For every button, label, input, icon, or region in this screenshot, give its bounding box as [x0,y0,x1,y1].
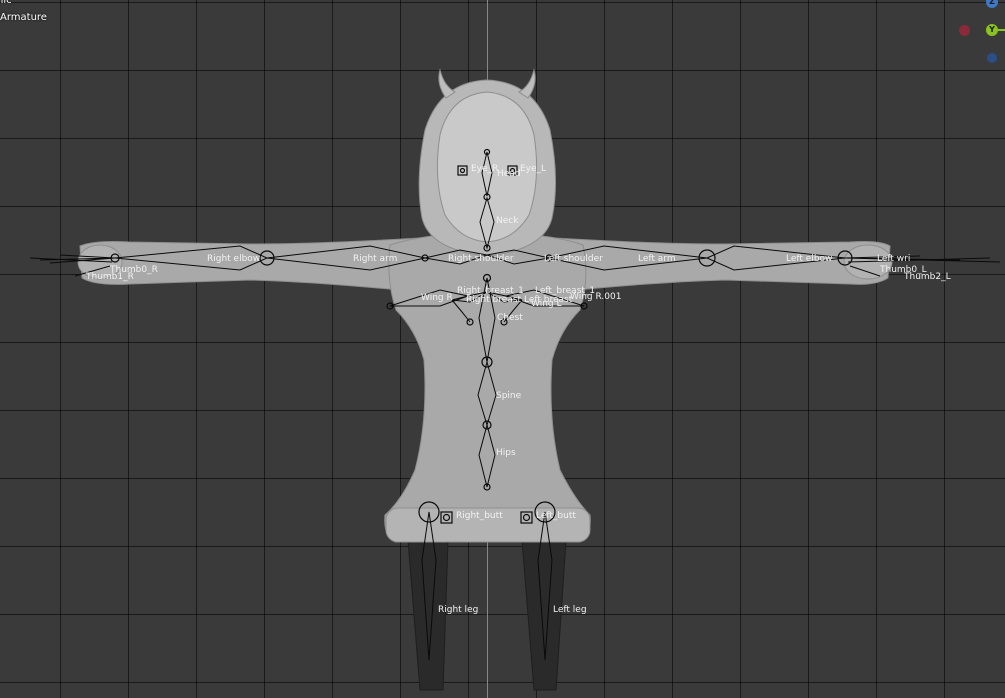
left-horn-mesh [518,68,536,99]
bone-label-chest: Chest [497,313,523,323]
y-axis-stem [998,29,1005,31]
bone-label-head: Head [497,169,521,179]
bone-label-left-butt: Left_butt [536,511,576,521]
y-axis-label: Y [989,25,995,34]
bone-label-hips: Hips [496,448,516,458]
navigation-gizmo[interactable]: Z Y [950,0,1005,70]
bone-label-left-wrist: Left wri [877,254,910,264]
character-mesh[interactable] [77,68,893,691]
bone-label-right-butt: Right_butt [456,511,503,521]
bone-label-thumb2-l: Thumb2_L [903,272,951,282]
bone-label-neck: Neck [496,216,519,226]
bone-label-wing-l: Wing L [531,299,562,309]
bone-label-left-elbow: Left elbow [786,254,832,264]
bone-label-eye-l: Eye_L [520,164,546,174]
bone-label-right-shoulder: Right shoulder [448,254,514,264]
bone-label-thumb1-r: Thumb1_R [85,272,134,282]
bone-label-spine: Spine [496,391,522,401]
bone-label-wing-r: Wing R [421,293,453,303]
neg-z-axis-icon[interactable] [987,53,997,63]
bone-label-eye-r: Eye_R [471,164,498,174]
3d-viewport[interactable]: Head Eye_R Eye_L Neck Right elbow Right … [0,0,1005,698]
z-axis-icon[interactable]: Z [986,0,998,8]
active-object-name: Armature [0,12,47,23]
y-axis-icon[interactable]: Y [986,24,998,36]
neg-x-axis-icon[interactable] [959,25,970,36]
armature-scene[interactable]: Head Eye_R Eye_L Neck Right elbow Right … [0,0,1005,698]
bone-label-right-leg: Right leg [438,605,478,615]
right-leg-mesh [407,539,449,691]
z-axis-label: Z [989,0,995,6]
bone-label-left-shoulder: Left shoulder [544,254,603,264]
bone-label-left-arm: Left arm [638,254,676,264]
right-horn-mesh [438,68,456,99]
bone-label-wing-r-001: Wing R.001 [570,292,621,302]
view-mode-label: nic [0,0,12,6]
bone-label-right-breast: Right breast [466,295,522,305]
bone-label-right-elbow: Right elbow [207,254,260,264]
bone-label-left-leg: Left leg [553,605,587,615]
left-leg-mesh [521,539,567,691]
bone-label-right-arm: Right arm [353,254,397,264]
